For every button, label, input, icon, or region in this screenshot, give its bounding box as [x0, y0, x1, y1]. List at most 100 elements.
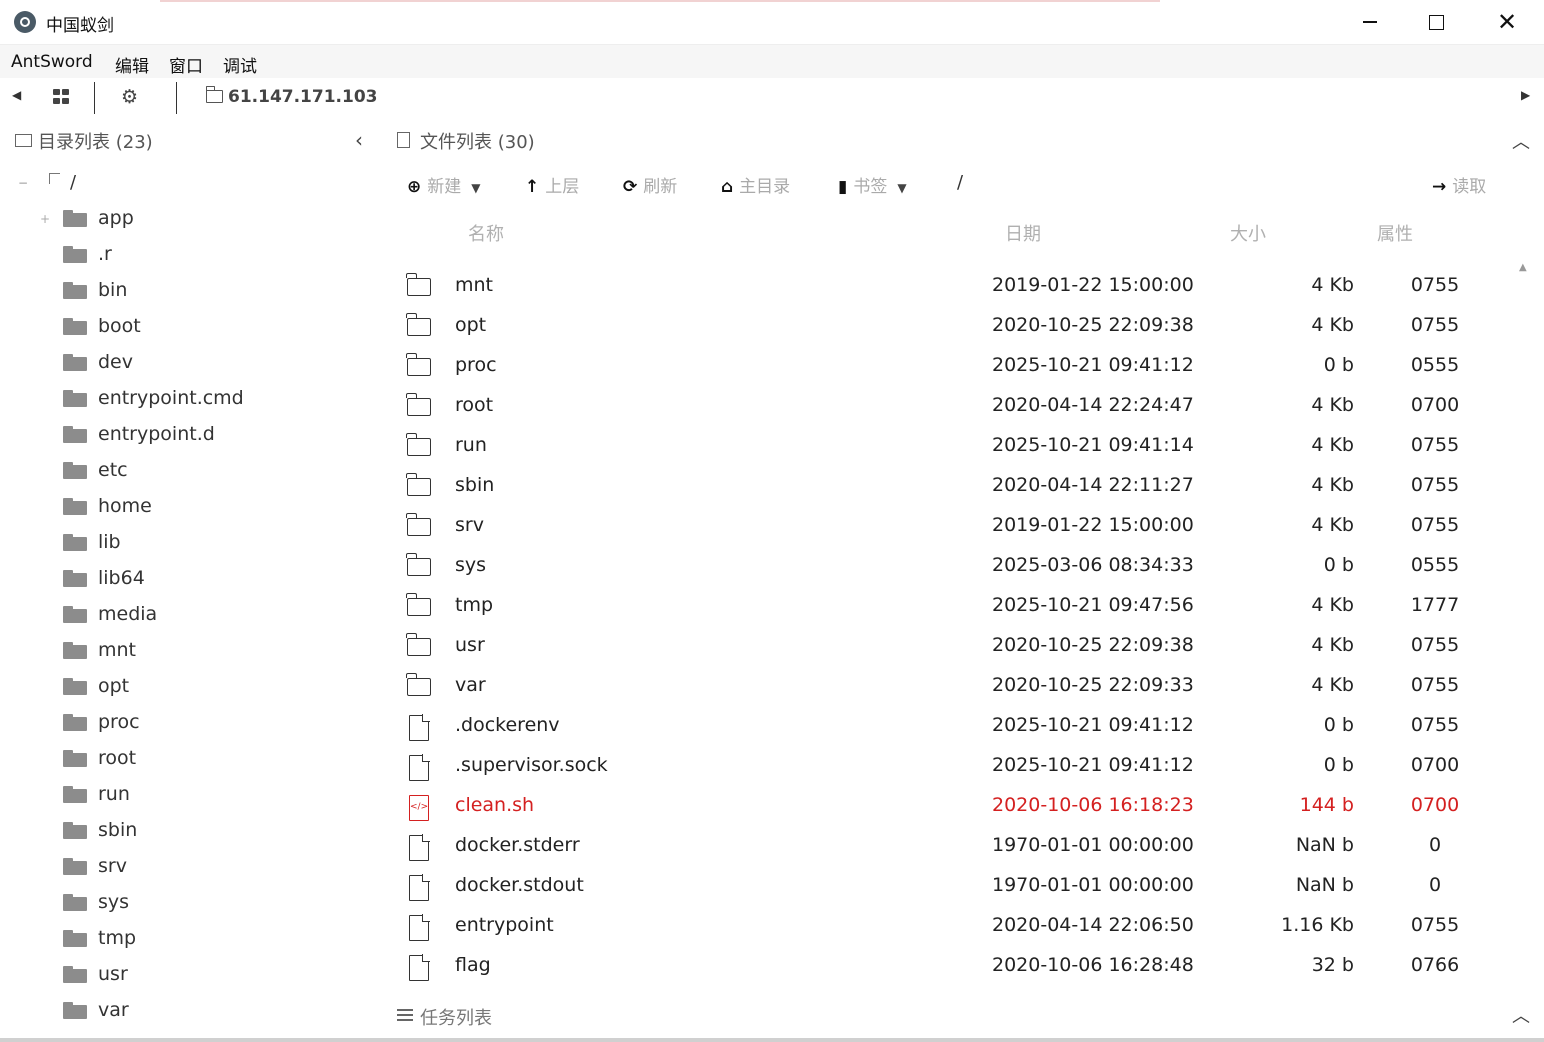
table-row[interactable]: root 2020-04-14 22:24:47 4 Kb 0700: [395, 386, 1525, 426]
tree-item-lib64[interactable]: lib64: [0, 562, 380, 598]
column-name[interactable]: 名称: [468, 220, 504, 246]
cell-date: 2019-01-22 15:00:00: [992, 274, 1194, 296]
tree-item-label: app: [98, 207, 134, 229]
column-attr[interactable]: 属性: [1377, 220, 1413, 246]
arrow-right-icon: →: [1432, 177, 1447, 197]
maximize-button[interactable]: [1416, 8, 1456, 36]
grid-icon[interactable]: [53, 89, 70, 105]
cell-size: 32 b: [1311, 954, 1354, 976]
cell-name: sbin: [455, 474, 495, 496]
tree-item-boot[interactable]: boot: [0, 310, 380, 346]
tree-item-home[interactable]: home: [0, 490, 380, 526]
cell-attr: 0555: [1410, 554, 1460, 576]
table-row[interactable]: tmp 2025-10-21 09:47:56 4 Kb 1777: [395, 586, 1525, 626]
home-button[interactable]: ⌂ 主目录: [721, 172, 790, 197]
tree-item-sbin[interactable]: sbin: [0, 814, 380, 850]
minimize-button[interactable]: [1350, 8, 1390, 36]
tree-root[interactable]: − /: [14, 166, 314, 202]
cell-attr: 0755: [1410, 474, 1460, 496]
read-button[interactable]: → 读取: [1432, 172, 1486, 197]
cell-attr: 0755: [1410, 314, 1460, 336]
tree-root-label: /: [70, 172, 77, 193]
menu-window[interactable]: 窗口: [169, 52, 203, 77]
table-row[interactable]: sbin 2020-04-14 22:11:27 4 Kb 0755: [395, 466, 1525, 506]
new-label: 新建: [427, 177, 462, 197]
table-row[interactable]: flag 2020-10-06 16:28:48 32 b 0766: [395, 946, 1525, 986]
tree-item-var[interactable]: var: [0, 994, 380, 1030]
folder-icon: [63, 858, 87, 875]
cell-date: 2025-10-21 09:41:12: [992, 714, 1194, 736]
tree-item-opt[interactable]: opt: [0, 670, 380, 706]
table-row[interactable]: docker.stderr 1970-01-01 00:00:00 NaN b 0: [395, 826, 1525, 866]
file-icon: [407, 754, 430, 781]
menu-debug[interactable]: 调试: [223, 52, 257, 77]
tree-item-entrypoint-cmd[interactable]: entrypoint.cmd: [0, 382, 380, 418]
close-button[interactable]: ✕: [1487, 8, 1527, 36]
collapse-icon[interactable]: −: [18, 176, 28, 190]
cell-size: 4 Kb: [1311, 514, 1354, 536]
gear-icon[interactable]: ⚙: [121, 86, 138, 108]
table-row[interactable]: </> clean.sh 2020-10-06 16:18:23 144 b 0700: [395, 786, 1525, 826]
table-row[interactable]: mnt 2019-01-22 15:00:00 4 Kb 0755: [395, 266, 1525, 306]
menu-antsword[interactable]: AntSword: [11, 52, 93, 72]
collapse-left-icon[interactable]: ‹: [355, 128, 363, 152]
tree-item-etc[interactable]: etc: [0, 454, 380, 490]
tree-item-label: .r: [98, 243, 112, 265]
new-button[interactable]: ⊕ 新建 ▼: [407, 172, 480, 197]
scroll-right-icon[interactable]: ▶: [1521, 88, 1530, 102]
cell-name: srv: [455, 514, 484, 536]
tree-item-srv[interactable]: srv: [0, 850, 380, 886]
table-row[interactable]: .supervisor.sock 2025-10-21 09:41:12 0 b 07…: [395, 746, 1525, 786]
up-button[interactable]: ↑ 上层: [525, 172, 579, 197]
directory-panel-title: 目录列表 (23): [38, 132, 153, 153]
tree-item-label: bin: [98, 279, 128, 301]
table-row[interactable]: run 2025-10-21 09:41:14 4 Kb 0755: [395, 426, 1525, 466]
table-row[interactable]: proc 2025-10-21 09:41:12 0 b 0555: [395, 346, 1525, 386]
collapse-up-icon[interactable]: ︿: [1512, 128, 1530, 154]
table-row[interactable]: sys 2025-03-06 08:34:33 0 b 0555: [395, 546, 1525, 586]
refresh-icon: ⟳: [623, 177, 638, 197]
cell-size: 4 Kb: [1311, 274, 1354, 296]
tree-item-lib[interactable]: lib: [0, 526, 380, 562]
expand-icon[interactable]: +: [40, 212, 50, 226]
folder-icon: [63, 282, 87, 299]
tree-item-tmp[interactable]: tmp: [0, 922, 380, 958]
refresh-button[interactable]: ⟳ 刷新: [623, 172, 677, 197]
file-table-header: 名称 日期 大小 属性: [395, 214, 1544, 250]
file-icon: [397, 132, 410, 148]
tree-item-mnt[interactable]: mnt: [0, 634, 380, 670]
tree-item-entrypoint-d[interactable]: entrypoint.d: [0, 418, 380, 454]
table-row[interactable]: srv 2019-01-22 15:00:00 4 Kb 0755: [395, 506, 1525, 546]
tree-item-usr[interactable]: usr: [0, 958, 380, 994]
table-row[interactable]: var 2020-10-25 22:09:33 4 Kb 0755: [395, 666, 1525, 706]
tree-item-app[interactable]: + app: [0, 202, 380, 238]
bookmark-button[interactable]: ▮ 书签 ▼: [838, 172, 907, 197]
table-row[interactable]: usr 2020-10-25 22:09:38 4 Kb 0755: [395, 626, 1525, 666]
tree-item-sys[interactable]: sys: [0, 886, 380, 922]
tree-item-proc[interactable]: proc: [0, 706, 380, 742]
tree-item-root[interactable]: root: [0, 742, 380, 778]
column-size[interactable]: 大小: [1230, 220, 1266, 246]
table-row[interactable]: entrypoint 2020-04-14 22:06:50 1.16 Kb 0755: [395, 906, 1525, 946]
cell-name: tmp: [455, 594, 494, 616]
tree-item-dev[interactable]: dev: [0, 346, 380, 382]
menu-bar: AntSword 编辑 窗口 调试: [0, 44, 1544, 79]
tree-item-bin[interactable]: bin: [0, 274, 380, 310]
folder-icon: [15, 134, 32, 147]
tab-shell-host[interactable]: 61.147.171.103: [228, 87, 378, 107]
tree-item--r[interactable]: .r: [0, 238, 380, 274]
menu-edit[interactable]: 编辑: [115, 52, 149, 77]
tree-item-run[interactable]: run: [0, 778, 380, 814]
cell-date: 2020-04-14 22:24:47: [992, 394, 1194, 416]
table-row[interactable]: opt 2020-10-25 22:09:38 4 Kb 0755: [395, 306, 1525, 346]
column-date[interactable]: 日期: [1005, 220, 1041, 246]
table-row[interactable]: .dockerenv 2025-10-21 09:41:12 0 b 0755: [395, 706, 1525, 746]
cell-size: NaN b: [1295, 834, 1354, 856]
path-input[interactable]: /: [957, 172, 963, 193]
cell-size: 144 b: [1299, 794, 1354, 816]
scroll-left-icon[interactable]: ◀: [12, 88, 21, 102]
tree-item-media[interactable]: media: [0, 598, 380, 634]
cell-date: 2025-10-21 09:41:12: [992, 754, 1194, 776]
table-row[interactable]: docker.stdout 1970-01-01 00:00:00 NaN b 0: [395, 866, 1525, 906]
expand-up-icon[interactable]: ︿: [1512, 1002, 1530, 1028]
